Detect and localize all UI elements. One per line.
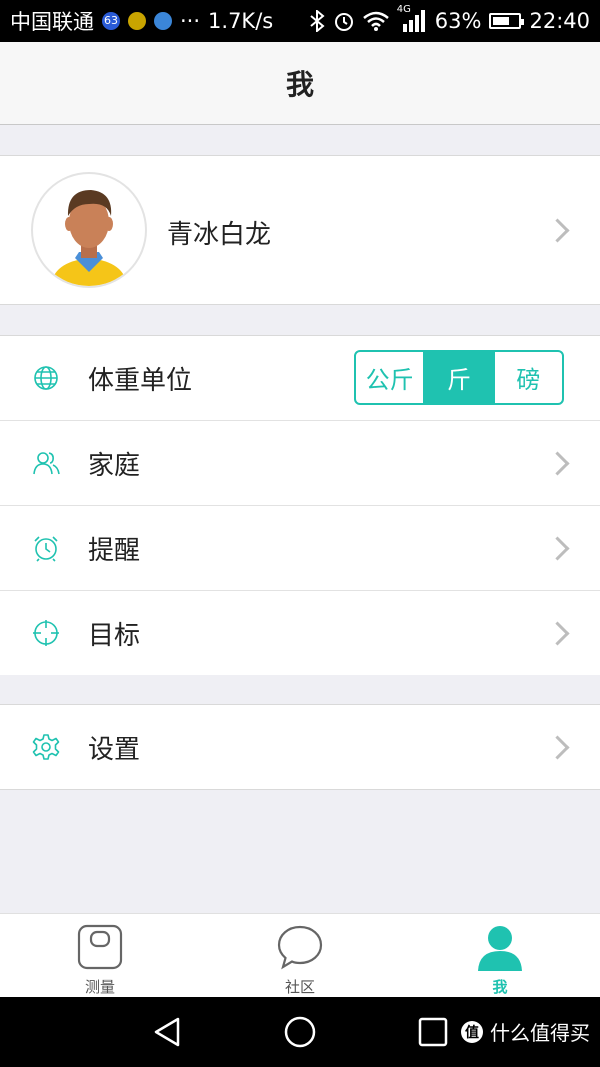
goal-label: 目标 bbox=[88, 621, 141, 651]
user-avatar-illustration-icon bbox=[51, 190, 127, 286]
reminder-row[interactable]: 提醒 bbox=[0, 506, 600, 590]
alarm-clock-icon bbox=[34, 536, 58, 562]
watermark: 值 什么值得买 bbox=[460, 1017, 590, 1046]
alarm-icon bbox=[334, 13, 353, 31]
tab-label: 社区 bbox=[284, 978, 315, 996]
bottom-tab-bar: 测量 社区 我 bbox=[0, 913, 600, 997]
settings-row[interactable]: 设置 bbox=[0, 705, 600, 789]
profile-card[interactable]: 青冰白龙 bbox=[0, 155, 600, 305]
goal-row[interactable]: 目标 bbox=[0, 591, 600, 675]
gear-icon bbox=[32, 734, 60, 760]
watermark-logo-icon: 值 bbox=[461, 1020, 483, 1043]
chevron-right-icon bbox=[545, 451, 570, 476]
chat-bubble-icon bbox=[277, 925, 323, 970]
notification-badge-icon: 63 bbox=[102, 12, 120, 30]
person-icon bbox=[478, 926, 522, 971]
battery-percent: 63% bbox=[434, 9, 482, 33]
app-notification-icon bbox=[128, 12, 146, 30]
chevron-right-icon bbox=[545, 621, 570, 646]
scale-icon bbox=[77, 924, 123, 970]
family-icon bbox=[33, 452, 60, 475]
clock: 22:40 bbox=[529, 9, 590, 33]
weight-unit-segmented-control[interactable]: 公斤 斤 磅 bbox=[354, 350, 564, 405]
svg-text:值: 值 bbox=[465, 1024, 479, 1041]
family-label: 家庭 bbox=[88, 451, 141, 481]
recent-apps-icon[interactable] bbox=[416, 1015, 450, 1049]
page-title-bar: 我 bbox=[0, 42, 600, 125]
more-notifications-icon: ··· bbox=[180, 9, 201, 33]
settings-group-2: 设置 bbox=[0, 704, 600, 790]
target-icon bbox=[33, 620, 59, 646]
settings-label: 设置 bbox=[88, 735, 141, 765]
globe-icon bbox=[34, 366, 58, 390]
system-navigation-bar: 值 什么值得买 bbox=[0, 997, 600, 1067]
tab-community[interactable]: 社区 bbox=[200, 914, 400, 997]
unit-option-jin[interactable]: 斤 bbox=[423, 352, 493, 403]
tab-label: 我 bbox=[492, 978, 508, 996]
tab-me[interactable]: 我 bbox=[400, 914, 600, 997]
tab-measure[interactable]: 测量 bbox=[0, 914, 200, 997]
home-icon[interactable] bbox=[283, 1015, 317, 1049]
chevron-right-icon bbox=[545, 536, 570, 561]
battery-icon bbox=[489, 13, 525, 29]
back-icon[interactable] bbox=[150, 1015, 184, 1049]
status-bar: 中国联通 63 ··· 1.7K/s 4G 63% 22:40 bbox=[0, 0, 600, 42]
cellular-signal-icon: 4G bbox=[397, 4, 427, 32]
weight-unit-row: 体重单位 公斤 斤 磅 bbox=[0, 336, 600, 420]
unit-option-kg[interactable]: 公斤 bbox=[356, 352, 423, 403]
bluetooth-icon bbox=[310, 10, 325, 32]
weight-unit-label: 体重单位 bbox=[88, 366, 193, 396]
settings-group: 体重单位 公斤 斤 磅 家庭 提醒 目标 bbox=[0, 335, 600, 675]
chevron-right-icon bbox=[545, 218, 570, 243]
carrier-text: 中国联通 bbox=[10, 10, 94, 34]
avatar[interactable] bbox=[31, 172, 147, 288]
family-row[interactable]: 家庭 bbox=[0, 421, 600, 505]
profile-name: 青冰白龙 bbox=[167, 220, 272, 250]
unit-option-lb[interactable]: 磅 bbox=[492, 352, 562, 403]
app-notification-icon-2 bbox=[154, 12, 172, 30]
network-speed: 1.7K/s bbox=[208, 9, 274, 33]
page-title: 我 bbox=[285, 68, 314, 101]
wifi-icon bbox=[362, 11, 389, 31]
reminder-label: 提醒 bbox=[88, 536, 141, 566]
chevron-right-icon bbox=[545, 735, 570, 760]
tab-label: 测量 bbox=[84, 978, 115, 996]
